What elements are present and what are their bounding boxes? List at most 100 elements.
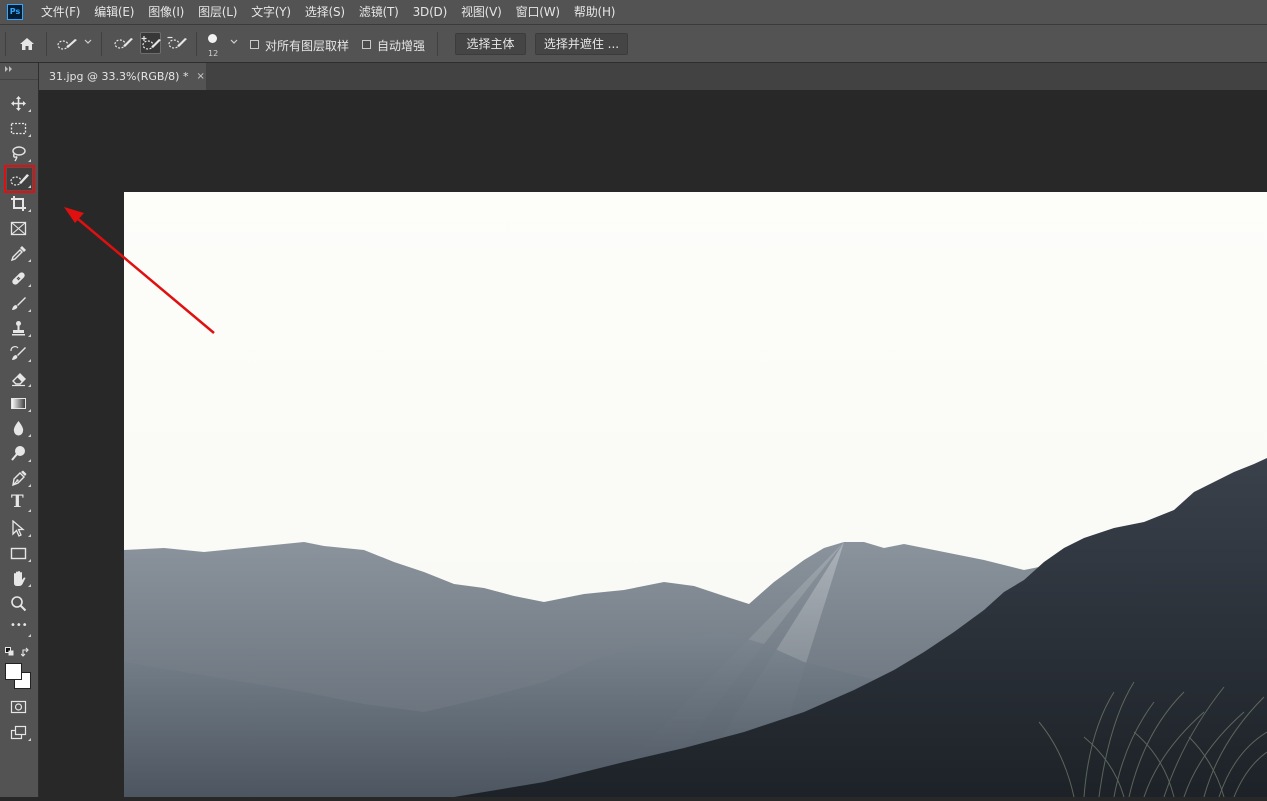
hand-tool[interactable] — [7, 567, 32, 589]
document-workspace[interactable] — [39, 90, 1267, 798]
close-icon[interactable]: × — [196, 71, 204, 82]
more-icon: ••• — [10, 620, 28, 631]
stamp-icon — [12, 321, 25, 336]
menu-3d[interactable]: 3D(D) — [406, 0, 454, 24]
pen-tool[interactable] — [7, 467, 32, 489]
quick-mask-icon[interactable] — [10, 700, 27, 714]
document-tab-title[interactable]: 31.jpg @ 33.3%(RGB/8) * — [49, 70, 188, 83]
document-tab-bar: 31.jpg @ 33.3%(RGB/8) * × — [39, 63, 1267, 90]
edit-toolbar-button[interactable]: ••• — [7, 617, 32, 639]
brush-size-dot-icon[interactable] — [208, 34, 217, 43]
menu-layer[interactable]: 图层(L) — [191, 0, 244, 24]
tool-group-indicator — [28, 509, 31, 512]
move-icon — [11, 96, 26, 111]
tool-group-indicator — [28, 134, 31, 137]
default-colors-icon[interactable] — [5, 647, 15, 657]
options-bar: 12 对所有图层取样 自动增强 选择主体 选择并遮住 ... — [0, 25, 1267, 63]
clone-stamp-tool[interactable] — [7, 317, 32, 339]
tool-group-indicator — [28, 559, 31, 562]
type-tool[interactable]: T — [7, 492, 32, 514]
quick-selection-tool[interactable] — [4, 165, 35, 193]
document-tab[interactable]: 31.jpg @ 33.3%(RGB/8) * × — [39, 63, 206, 90]
dodge-tool[interactable] — [7, 442, 32, 464]
new-selection-brush-icon — [114, 38, 133, 49]
rectangle-marquee-icon — [10, 122, 27, 135]
tool-group-indicator — [28, 634, 31, 637]
options-separator — [196, 32, 197, 56]
subtract-from-selection-brush-button[interactable] — [167, 32, 188, 54]
swap-colors-icon[interactable] — [21, 647, 31, 657]
history-brush-tool[interactable] — [7, 342, 32, 364]
tool-group-indicator — [28, 384, 31, 387]
lasso-icon — [12, 146, 26, 162]
screen-mode-button[interactable] — [7, 721, 32, 743]
photoshop-logo-icon[interactable]: Ps — [7, 4, 23, 20]
expand-panel-icon[interactable] — [4, 66, 14, 72]
mountain-landscape-photo — [124, 192, 1267, 798]
menu-help[interactable]: 帮助(H) — [567, 0, 622, 24]
image-canvas[interactable] — [124, 192, 1267, 798]
menu-edit[interactable]: 编辑(E) — [87, 0, 141, 24]
quick-selection-icon — [10, 174, 29, 186]
move-tool[interactable] — [7, 92, 32, 114]
home-icon[interactable] — [19, 37, 35, 51]
brush-tool[interactable] — [7, 292, 32, 314]
select-and-mask-button[interactable]: 选择并遮住 ... — [535, 33, 628, 55]
tool-group-indicator — [28, 484, 31, 487]
add-to-selection-brush-button[interactable] — [140, 32, 161, 54]
gradient-icon — [11, 398, 26, 409]
menu-select[interactable]: 选择(S) — [298, 0, 352, 24]
blur-tool[interactable] — [7, 417, 32, 439]
arrow-cursor-icon — [12, 520, 25, 537]
menu-filter[interactable]: 滤镜(T) — [352, 0, 406, 24]
frame-tool[interactable] — [7, 217, 32, 239]
sample-all-layers-checkbox[interactable] — [250, 40, 259, 49]
chevron-down-icon[interactable] — [84, 39, 92, 45]
tool-preset-quick-selection-icon[interactable] — [57, 37, 79, 51]
pen-icon — [12, 470, 27, 487]
eraser-icon — [12, 373, 26, 387]
tool-group-indicator — [28, 459, 31, 462]
auto-enhance-label[interactable]: 自动增强 — [377, 37, 425, 54]
eraser-tool[interactable] — [7, 367, 32, 389]
new-selection-brush-button[interactable] — [113, 32, 134, 54]
menu-bar: Ps 文件(F) 编辑(E) 图像(I) 图层(L) 文字(Y) 选择(S) 滤… — [0, 0, 1267, 25]
path-selection-tool[interactable] — [7, 517, 32, 539]
subtract-from-selection-brush-icon — [167, 36, 187, 49]
crop-tool[interactable] — [7, 192, 32, 214]
lasso-tool[interactable] — [7, 142, 32, 164]
tool-group-indicator — [28, 434, 31, 437]
menu-file[interactable]: 文件(F) — [37, 0, 87, 24]
tool-group-indicator — [28, 409, 31, 412]
crop-icon — [11, 196, 26, 211]
history-brush-icon — [10, 346, 26, 360]
marquee-tool[interactable] — [7, 117, 32, 139]
drop-icon — [13, 421, 24, 436]
menu-image[interactable]: 图像(I) — [141, 0, 191, 24]
foreground-color-swatch[interactable] — [5, 663, 22, 680]
brush-size-chevron-down-icon[interactable] — [230, 39, 238, 45]
options-separator — [101, 32, 102, 56]
eyedropper-tool[interactable] — [7, 242, 32, 264]
tools-panel: T ••• — [0, 63, 39, 797]
eyedropper-icon — [10, 246, 26, 262]
healing-brush-tool[interactable] — [7, 267, 32, 289]
select-subject-button[interactable]: 选择主体 — [455, 33, 526, 55]
tools-panel-header[interactable] — [0, 63, 38, 80]
tool-group-indicator — [28, 738, 31, 741]
tool-group-indicator — [28, 534, 31, 537]
menu-window[interactable]: 窗口(W) — [509, 0, 567, 24]
zoom-tool[interactable] — [7, 592, 32, 614]
bandage-icon — [12, 272, 25, 285]
type-icon: T — [11, 492, 24, 512]
tool-group-indicator — [28, 259, 31, 262]
rectangle-tool[interactable] — [7, 542, 32, 564]
menu-type[interactable]: 文字(Y) — [244, 0, 298, 24]
gradient-tool[interactable] — [7, 392, 32, 414]
tool-group-indicator — [28, 309, 31, 312]
menu-view[interactable]: 视图(V) — [454, 0, 509, 24]
auto-enhance-checkbox[interactable] — [362, 40, 371, 49]
brush-icon — [12, 297, 26, 310]
sample-all-layers-label[interactable]: 对所有图层取样 — [265, 37, 349, 54]
options-separator — [437, 32, 438, 56]
